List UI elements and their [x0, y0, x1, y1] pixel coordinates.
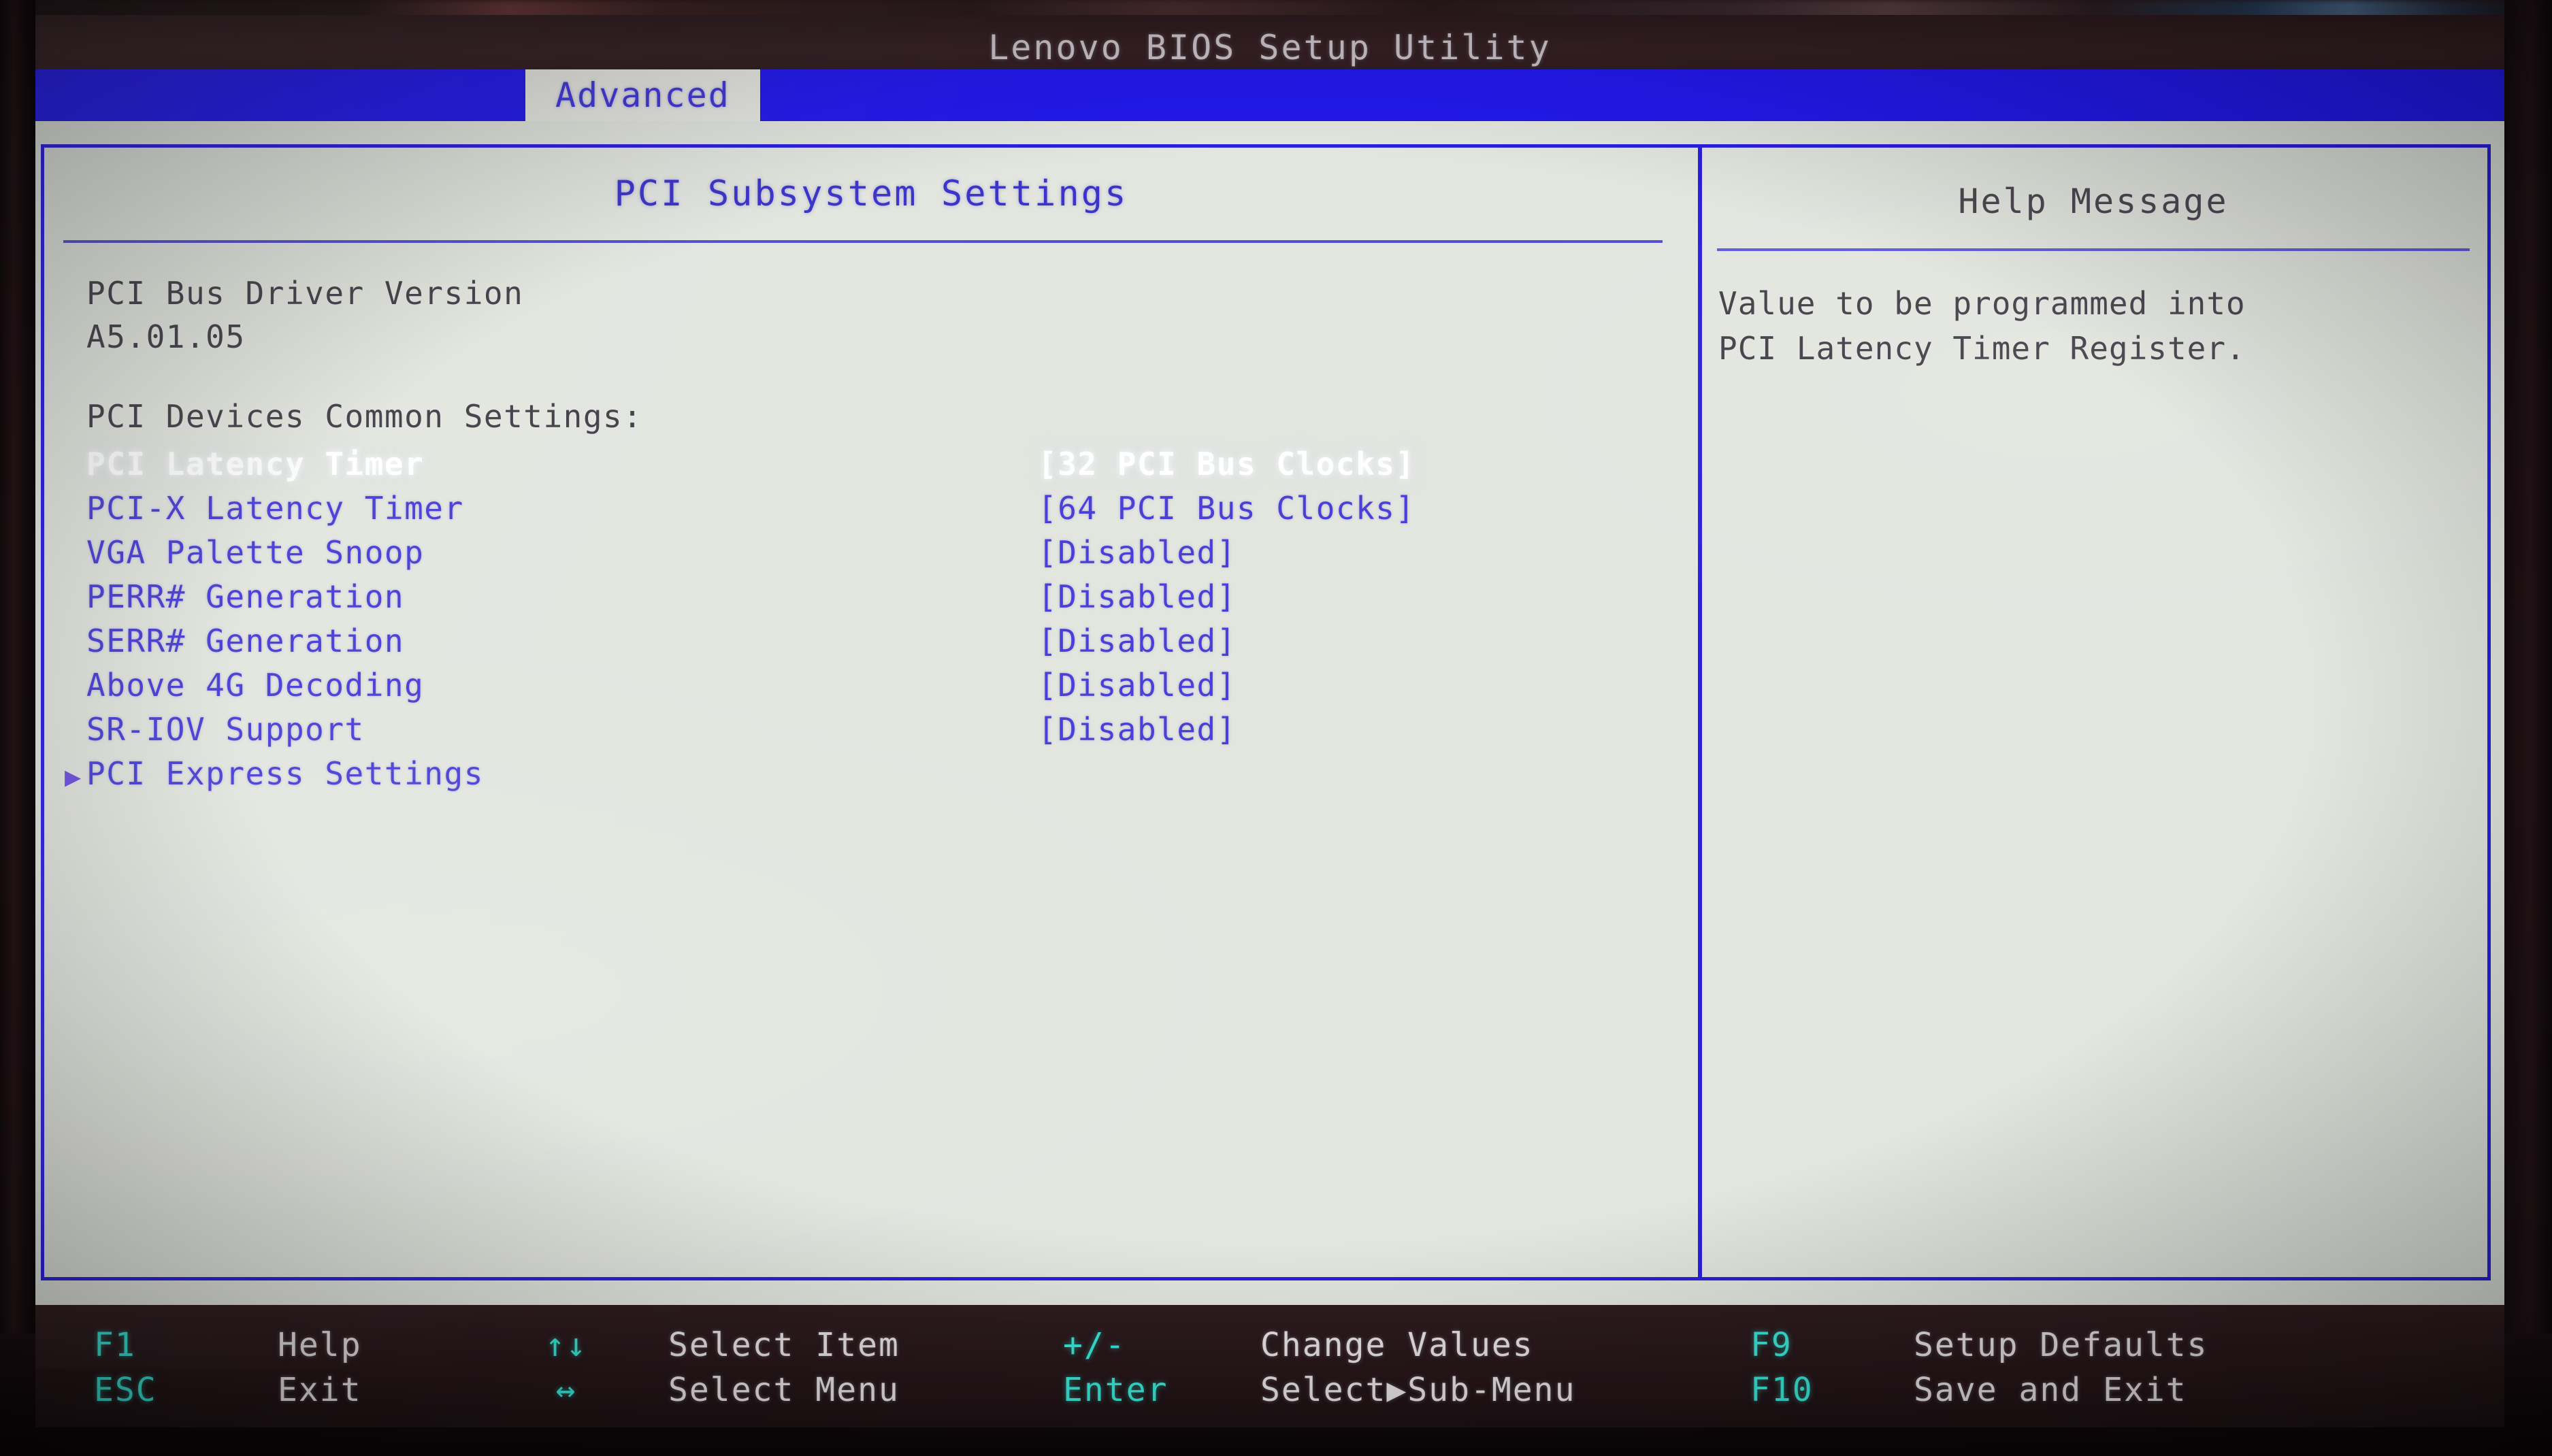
select-menu-desc: Select Menu — [668, 1371, 900, 1409]
setting-row-sr-iov-support[interactable]: SR-IOV Support [Disabled] — [44, 710, 1698, 754]
laptop-bezel-left — [0, 0, 35, 1456]
help-column: Help Message Value to be programmed into… — [1702, 148, 2485, 1277]
submenu-arrow-icon: ▶ — [65, 761, 82, 793]
setting-value[interactable]: [64 PCI Bus Clocks] — [1038, 493, 1416, 524]
title-separator — [63, 240, 1663, 243]
page-title: PCI Subsystem Settings — [614, 173, 1128, 214]
setting-label: PCI-X Latency Timer — [86, 490, 464, 527]
setting-row-pci-latency-timer[interactable]: PCI Latency Timer [32 PCI Bus Clocks] — [44, 444, 1698, 489]
status-bar-row-2: ESC Exit ↔ Select Menu Enter Select▶Sub-… — [35, 1368, 2504, 1412]
menu-bar: Advanced — [35, 69, 2504, 121]
settings-column: PCI Subsystem Settings PCI Bus Driver Ve… — [44, 148, 1698, 1277]
save-and-exit-desc: Save and Exit — [1914, 1371, 2187, 1409]
setting-value[interactable]: [Disabled] — [1038, 581, 1237, 612]
left-right-arrows-icon: ↔ — [555, 1371, 577, 1409]
setting-label: SERR# Generation — [86, 623, 405, 659]
driver-info-block: PCI Bus Driver Version A5.01.05 — [86, 271, 523, 359]
setting-row-vga-palette-snoop[interactable]: VGA Palette Snoop [Disabled] — [44, 533, 1698, 577]
select-item-desc: Select Item — [668, 1326, 900, 1364]
setting-value[interactable]: [32 PCI Bus Clocks] — [1038, 448, 1416, 480]
setting-value[interactable]: [Disabled] — [1038, 537, 1237, 568]
help-message-body: Value to be programmed into PCI Latency … — [1718, 281, 2474, 371]
setting-row-serr-generation[interactable]: SERR# Generation [Disabled] — [44, 621, 1698, 665]
setting-label: Above 4G Decoding — [86, 667, 425, 704]
content-panel: PCI Subsystem Settings PCI Bus Driver Ve… — [35, 121, 2504, 1305]
help-line: PCI Latency Timer Register. — [1718, 330, 2246, 367]
help-separator — [1717, 248, 2470, 251]
help-line: Value to be programmed into — [1718, 285, 2246, 322]
status-bar-row-1: F1 Help ↑↓ Select Item +/- Change Values… — [35, 1323, 2504, 1368]
setting-label: PCI Express Settings — [86, 755, 484, 792]
setting-row-above-4g-decoding[interactable]: Above 4G Decoding [Disabled] — [44, 665, 1698, 710]
setting-label: VGA Palette Snoop — [86, 534, 425, 571]
group-heading: PCI Devices Common Settings: — [86, 398, 643, 435]
settings-list: PCI Latency Timer [32 PCI Bus Clocks] PC… — [44, 444, 1698, 798]
setting-label: SR-IOV Support — [86, 711, 365, 748]
setting-label: PERR# Generation — [86, 578, 405, 615]
driver-version-value: A5.01.05 — [86, 318, 246, 355]
help-title: Help Message — [1958, 182, 2229, 221]
setting-row-perr-generation[interactable]: PERR# Generation [Disabled] — [44, 577, 1698, 621]
setup-defaults-desc: Setup Defaults — [1914, 1326, 2208, 1364]
setting-value[interactable]: [Disabled] — [1038, 669, 1237, 701]
laptop-bezel-right — [2504, 0, 2552, 1456]
setting-value[interactable]: [Disabled] — [1038, 625, 1237, 657]
bios-screen: Lenovo BIOS Setup Utility Advanced PCI S… — [35, 15, 2504, 1427]
up-down-arrows-icon: ↑↓ — [545, 1326, 587, 1364]
setting-row-pci-x-latency-timer[interactable]: PCI-X Latency Timer [64 PCI Bus Clocks] — [44, 489, 1698, 533]
setting-value[interactable]: [Disabled] — [1038, 714, 1237, 745]
status-bar: F1 Help ↑↓ Select Item +/- Change Values… — [35, 1305, 2504, 1427]
driver-version-label: PCI Bus Driver Version — [86, 275, 524, 312]
tab-advanced[interactable]: Advanced — [525, 69, 760, 121]
setting-row-pci-express-settings[interactable]: ▶ PCI Express Settings — [44, 754, 1698, 798]
setting-label: PCI Latency Timer — [86, 446, 425, 482]
